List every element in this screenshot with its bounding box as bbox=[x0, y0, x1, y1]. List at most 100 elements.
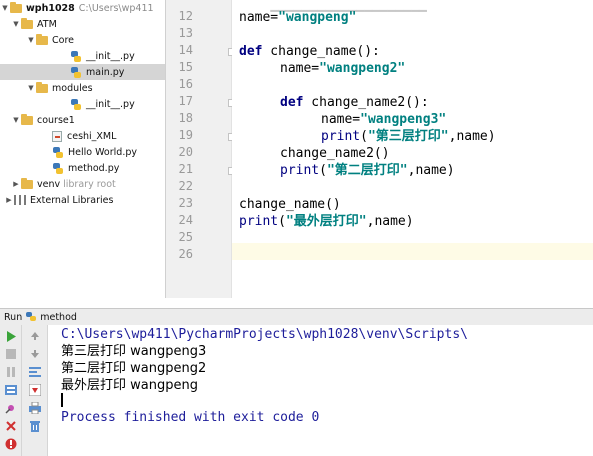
folder-icon bbox=[21, 177, 33, 189]
folder-icon bbox=[21, 17, 33, 29]
chevron-down-icon[interactable]: ▼ bbox=[11, 116, 21, 124]
line-number: 17 bbox=[178, 94, 193, 108]
code-line-15: name="wangpeng2" bbox=[280, 60, 405, 77]
tree-item-course1[interactable]: ▼ course1 bbox=[0, 112, 165, 128]
chevron-right-icon[interactable]: ▶ bbox=[4, 196, 14, 204]
scroll-to-end-icon[interactable] bbox=[28, 383, 42, 397]
chevron-down-icon[interactable]: ▼ bbox=[26, 84, 36, 92]
code-line-18: name="wangpeng3" bbox=[321, 111, 446, 128]
code-builtin: print bbox=[321, 129, 361, 144]
console-exit-line: Process finished with exit code 0 bbox=[61, 410, 320, 425]
run-config-name[interactable]: method bbox=[40, 312, 77, 323]
code-token: name= bbox=[321, 112, 361, 127]
code-line-19: print("第三层打印",name) bbox=[321, 128, 496, 145]
code-token: ( bbox=[319, 163, 327, 178]
tree-item-core[interactable]: ▼ Core bbox=[0, 32, 165, 48]
tree-item-label: course1 bbox=[37, 114, 75, 126]
line-number: 22 bbox=[178, 179, 193, 193]
tree-item-external-libraries[interactable]: ▶ External Libraries bbox=[0, 192, 165, 208]
line-number: 23 bbox=[178, 196, 193, 210]
code-string: "最外层打印" bbox=[285, 214, 367, 229]
code-token: change_name(): bbox=[262, 44, 380, 59]
tree-item-label: ATM bbox=[37, 18, 57, 30]
arrow-up-icon[interactable] bbox=[28, 329, 42, 343]
code-line-23: change_name() bbox=[239, 196, 341, 213]
line-number: 19 bbox=[178, 128, 193, 142]
code-line-24: print("最外层打印",name) bbox=[239, 213, 414, 230]
line-number: 14 bbox=[178, 43, 193, 57]
python-file-icon bbox=[52, 162, 64, 174]
line-number: 12 bbox=[178, 9, 193, 23]
code-string: "第三层打印" bbox=[367, 129, 449, 144]
help-icon[interactable] bbox=[4, 437, 18, 451]
code-token: ,name) bbox=[448, 129, 496, 144]
tree-item-label: ceshi_XML bbox=[67, 130, 117, 142]
console-cursor bbox=[61, 393, 63, 407]
code-token: ,name) bbox=[407, 163, 455, 178]
python-file-icon bbox=[52, 146, 64, 158]
chevron-down-icon[interactable]: ▼ bbox=[0, 4, 10, 12]
play-icon[interactable] bbox=[4, 329, 18, 343]
xml-file-icon bbox=[52, 130, 62, 142]
tree-item-modules[interactable]: ▼ modules bbox=[0, 80, 165, 96]
tree-item-method[interactable]: method.py bbox=[0, 160, 165, 176]
code-builtin: print bbox=[280, 163, 320, 178]
console-line: 第三层打印 wangpeng3 bbox=[61, 344, 207, 359]
code-token: name= bbox=[280, 61, 320, 76]
tree-item-label: External Libraries bbox=[30, 194, 114, 206]
rerun-icon[interactable] bbox=[4, 383, 18, 397]
chevron-right-icon[interactable]: ▶ bbox=[11, 180, 21, 188]
line-number: 24 bbox=[178, 213, 193, 227]
tree-item-hello-world[interactable]: Hello World.py bbox=[0, 144, 165, 160]
tree-item-venv[interactable]: ▶ venv library root bbox=[0, 176, 165, 192]
code-token: ( bbox=[360, 129, 368, 144]
run-toolbar-secondary bbox=[22, 325, 48, 456]
tree-item-label: main.py bbox=[86, 66, 125, 78]
code-string: "wangpeng" bbox=[278, 10, 357, 25]
tree-root-label: wph1028 bbox=[26, 2, 75, 14]
code-keyword: def bbox=[239, 44, 263, 59]
tree-root[interactable]: ▼ wph1028 C:\Users\wp411 bbox=[0, 0, 165, 16]
chevron-down-icon[interactable]: ▼ bbox=[26, 36, 36, 44]
code-string: "wangpeng2" bbox=[319, 61, 406, 76]
current-line-highlight bbox=[232, 243, 593, 260]
arrow-down-icon[interactable] bbox=[28, 347, 42, 361]
line-number: 21 bbox=[178, 162, 193, 176]
pause-icon[interactable] bbox=[4, 365, 18, 379]
code-token: change_name2(): bbox=[303, 95, 429, 110]
tree-item-ceshi-xml[interactable]: ceshi_XML bbox=[0, 128, 165, 144]
soft-wrap-icon[interactable] bbox=[28, 365, 42, 379]
code-line-20: change_name2() bbox=[280, 145, 390, 162]
line-number: 18 bbox=[178, 111, 193, 125]
trash-icon[interactable] bbox=[28, 419, 42, 433]
run-tab-label[interactable]: Run bbox=[4, 312, 22, 323]
tree-item-modules-init[interactable]: __init__.py bbox=[0, 96, 165, 112]
chevron-down-icon[interactable]: ▼ bbox=[11, 20, 21, 28]
library-icon bbox=[14, 195, 26, 205]
console-line: 最外层打印 wangpeng bbox=[61, 378, 198, 393]
line-number: 16 bbox=[178, 77, 193, 91]
tree-item-atm[interactable]: ▼ ATM bbox=[0, 16, 165, 32]
line-number: 20 bbox=[178, 145, 193, 159]
print-icon[interactable] bbox=[28, 401, 42, 415]
console-line: C:\Users\wp411\PycharmProjects\wph1028\v… bbox=[61, 327, 468, 342]
tree-item-core-init[interactable]: __init__.py bbox=[0, 48, 165, 64]
python-file-icon bbox=[70, 66, 82, 78]
code-keyword: def bbox=[280, 95, 304, 110]
run-tool-window-header: Run method bbox=[0, 308, 593, 325]
run-console[interactable]: C:\Users\wp411\PycharmProjects\wph1028\v… bbox=[48, 325, 593, 456]
code-string: "wangpeng3" bbox=[360, 112, 447, 127]
code-editor[interactable]: ▔▔▔▔▔▔▔▔▔▔▔▔▔▔▔▔▔▔▔▔ name="wangpeng" def… bbox=[232, 0, 593, 298]
stop-icon[interactable] bbox=[4, 347, 18, 361]
python-file-icon bbox=[70, 98, 82, 110]
code-line-17: def change_name2(): bbox=[280, 94, 429, 111]
python-run-config-icon bbox=[26, 312, 37, 322]
close-icon[interactable] bbox=[4, 419, 18, 433]
folder-icon bbox=[10, 1, 22, 13]
library-root-label: library root bbox=[63, 178, 116, 190]
line-number: 26 bbox=[178, 247, 193, 261]
pin-icon[interactable] bbox=[4, 401, 18, 415]
tree-item-main[interactable]: main.py bbox=[0, 64, 165, 80]
folder-icon bbox=[36, 33, 48, 45]
code-token: ( bbox=[278, 214, 286, 229]
